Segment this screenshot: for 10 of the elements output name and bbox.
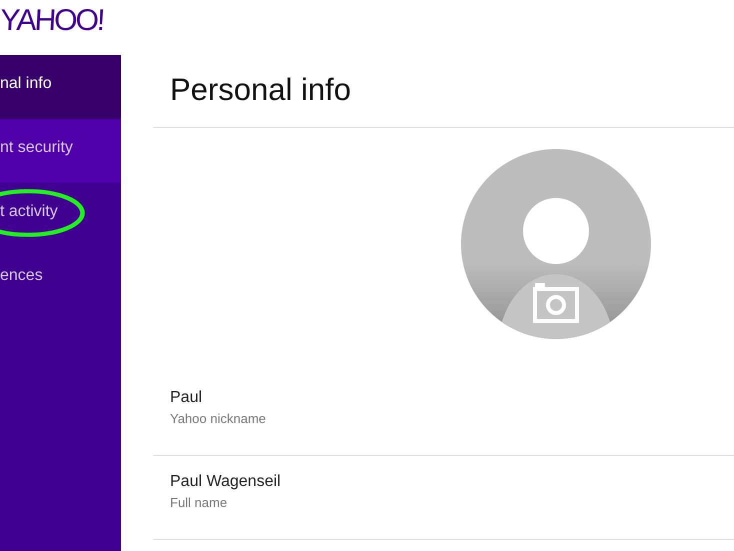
field-label: Full name (170, 495, 228, 510)
sidebar-item[interactable]: ences (0, 247, 121, 311)
yahoo-logo[interactable]: YAHOO! (0, 4, 106, 38)
sidebar-item[interactable]: t activity (0, 183, 121, 247)
field-value: Paul Wagenseil (170, 473, 282, 491)
sidebar-item[interactable]: nal info (0, 55, 121, 119)
field-value: Paul (170, 389, 204, 407)
page-title: Personal info (153, 55, 734, 128)
sidebar-item[interactable]: nt security (0, 119, 121, 183)
field-label: Yahoo nickname (170, 411, 267, 426)
